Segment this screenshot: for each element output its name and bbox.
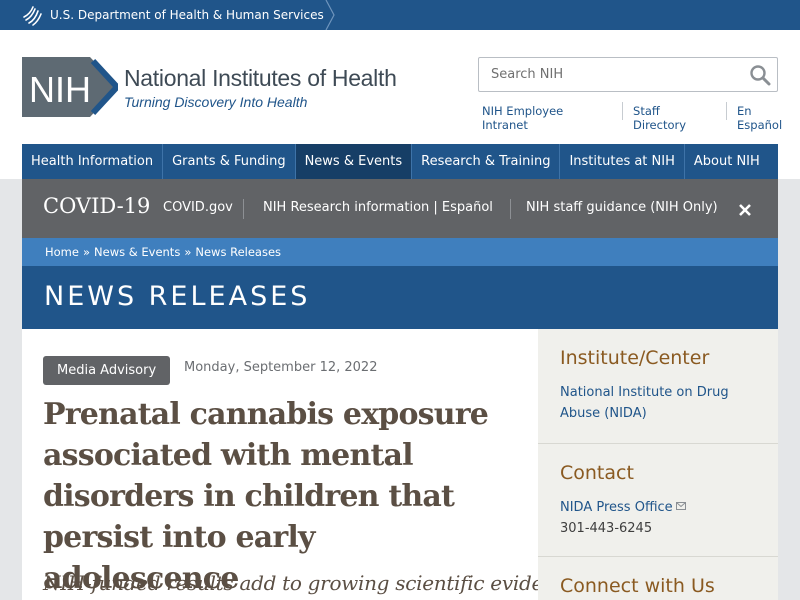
nav-item-health-information[interactable]: Health Information — [22, 144, 164, 179]
sidebar-heading-institute: Institute/Center — [560, 347, 710, 369]
nih-logo[interactable]: NIH National Institutes of Health Turnin… — [22, 57, 397, 117]
chevron-right-icon — [325, 0, 335, 30]
sidebar-heading-connect: Connect with Us — [560, 575, 715, 597]
article-subhead: NIH-funded results add to growing scient… — [43, 571, 578, 595]
covid-link-covid-gov[interactable]: COVID.gov — [163, 200, 233, 215]
nav-item-about[interactable]: About NIH — [685, 144, 769, 179]
section-banner: NEWS RELEASES — [22, 266, 778, 329]
covid-link-research[interactable]: NIH Research information | Español — [263, 200, 493, 215]
covid-link-staff-guidance[interactable]: NIH staff guidance (NIH Only) — [526, 200, 718, 215]
close-icon[interactable] — [738, 203, 752, 217]
main-nav: Health Information Grants & Funding News… — [22, 144, 778, 179]
sidebar-link-nida-press-office[interactable]: NIDA Press Office — [560, 500, 673, 515]
breadcrumb-news-events[interactable]: News & Events — [94, 245, 180, 259]
article-headline: Prenatal cannabis exposure associated wi… — [43, 397, 489, 596]
divider — [622, 102, 624, 120]
covid-banner: COVID-19 COVID.gov NIH Research informat… — [22, 179, 778, 238]
nav-item-news-events[interactable]: News & Events — [295, 144, 413, 179]
sidebar-heading-contact: Contact — [560, 462, 634, 484]
hhs-bar: U.S. Department of Health & Human Servic… — [0, 0, 800, 30]
breadcrumb-news-releases[interactable]: News Releases — [195, 245, 281, 259]
org-name: National Institutes of Health — [124, 64, 397, 91]
divider — [510, 199, 511, 219]
mail-icon — [675, 502, 686, 510]
breadcrumb-separator: » — [82, 245, 91, 259]
util-link-staff-directory[interactable]: Staff Directory — [633, 104, 716, 132]
media-advisory-badge: Media Advisory — [43, 356, 171, 385]
tagline: Turning Discovery Into Health — [124, 93, 308, 110]
util-link-intranet[interactable]: NIH Employee Intranet — [482, 104, 612, 132]
covid-title: COVID-19 — [43, 194, 151, 218]
sidebar-link-nida[interactable]: National Institute on Drug Abuse (NIDA) — [560, 382, 760, 424]
svg-text:NIH: NIH — [29, 69, 91, 110]
utility-links: NIH Employee Intranet Staff Directory En… — [482, 102, 800, 132]
divider — [538, 443, 778, 444]
sidebar: Institute/Center National Institute on D… — [538, 329, 778, 600]
site-header: NIH National Institutes of Health Turnin… — [0, 30, 800, 144]
breadcrumb: Home » News & Events » News Releases — [22, 238, 778, 266]
nav-item-institutes[interactable]: Institutes at NIH — [560, 144, 685, 179]
divider — [726, 102, 728, 120]
hhs-link[interactable]: U.S. Department of Health & Human Servic… — [20, 0, 336, 30]
search-icon[interactable] — [749, 64, 771, 86]
breadcrumb-separator: » — [184, 245, 192, 259]
divider — [243, 199, 244, 219]
nih-badge-logo: NIH — [22, 57, 118, 117]
hhs-eagle-icon — [23, 6, 42, 26]
article-main: Media Advisory Monday, September 12, 202… — [22, 329, 578, 600]
util-link-espanol[interactable]: En Español — [737, 104, 800, 132]
hhs-label: U.S. Department of Health & Human Servic… — [50, 8, 324, 22]
sidebar-contact-phone: 301-443-6245 — [560, 521, 653, 536]
publication-date: Monday, September 12, 2022 — [184, 360, 378, 375]
nav-item-research-training[interactable]: Research & Training — [412, 144, 561, 179]
page-title: NEWS RELEASES — [44, 281, 311, 312]
nav-item-grants-funding[interactable]: Grants & Funding — [163, 144, 296, 179]
search-input[interactable] — [479, 58, 729, 91]
breadcrumb-home[interactable]: Home — [45, 245, 79, 259]
search-box — [478, 57, 778, 92]
divider — [538, 556, 778, 557]
